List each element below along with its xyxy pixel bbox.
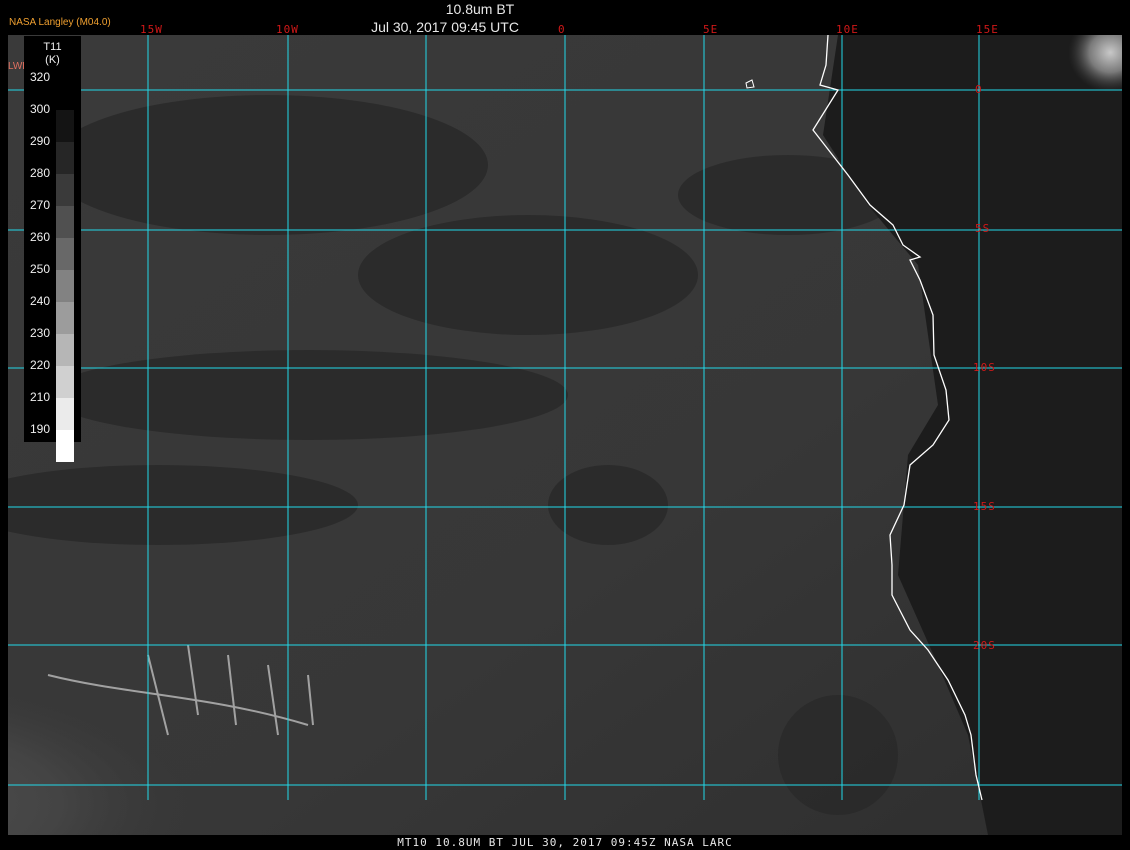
legend-swatch <box>56 78 74 110</box>
legend-swatch <box>56 302 74 334</box>
lat-label-20s: 20S <box>973 639 996 652</box>
legend-swatch <box>56 334 74 366</box>
legend-tick: 190 <box>29 422 50 436</box>
legend-swatch <box>56 174 74 206</box>
legend-tick: 290 <box>29 134 50 148</box>
legend-tick: 240 <box>29 294 50 308</box>
timestamp: Jul 30, 2017 09:45 UTC <box>371 19 519 35</box>
footer-caption: MT10 10.8UM BT JUL 30, 2017 09:45Z NASA … <box>397 836 733 849</box>
legend-swatch <box>56 142 74 174</box>
lon-label-15e: 15E <box>976 23 999 36</box>
legend-swatch <box>56 206 74 238</box>
lat-label-5s: 5S <box>975 222 991 235</box>
lon-label-5e: 5E <box>703 23 719 36</box>
legend-swatch <box>56 270 74 302</box>
lat-label-15s: 15S <box>973 500 996 513</box>
legend-swatch <box>56 430 74 462</box>
satellite-image <box>8 35 1122 835</box>
lon-label-10e: 10E <box>836 23 859 36</box>
legend-swatch <box>56 398 74 430</box>
legend-tick: 210 <box>29 390 50 404</box>
legend-tick: 320 <box>29 70 50 84</box>
legend-swatch <box>56 238 74 270</box>
legend-swatch <box>56 366 74 398</box>
legend-tick: 300 <box>29 102 50 116</box>
lat-label-0: 0 <box>975 83 983 96</box>
legend-tick: 270 <box>29 198 50 212</box>
legend-title: T11 <box>43 41 62 53</box>
legend-tick: 250 <box>29 262 50 276</box>
product-title: 10.8um BT <box>445 1 515 17</box>
legend-tick: 220 <box>29 358 50 372</box>
lon-label-15w: 15W <box>140 23 163 36</box>
lon-label-10w: 10W <box>276 23 299 36</box>
legend-tick: 280 <box>29 166 50 180</box>
agency-label: NASA Langley (M04.0) <box>9 17 111 28</box>
color-legend: T11 (K) 320 300 290 280 270 260 250 240 230 220 21… <box>24 36 81 462</box>
lon-label-0: 0 <box>558 23 566 36</box>
lat-label-10s: 10S <box>973 361 996 374</box>
legend-units: (K) <box>45 54 60 66</box>
legend-tick: 260 <box>29 230 50 244</box>
legend-tick: 230 <box>29 326 50 340</box>
legend-swatch <box>56 110 74 142</box>
